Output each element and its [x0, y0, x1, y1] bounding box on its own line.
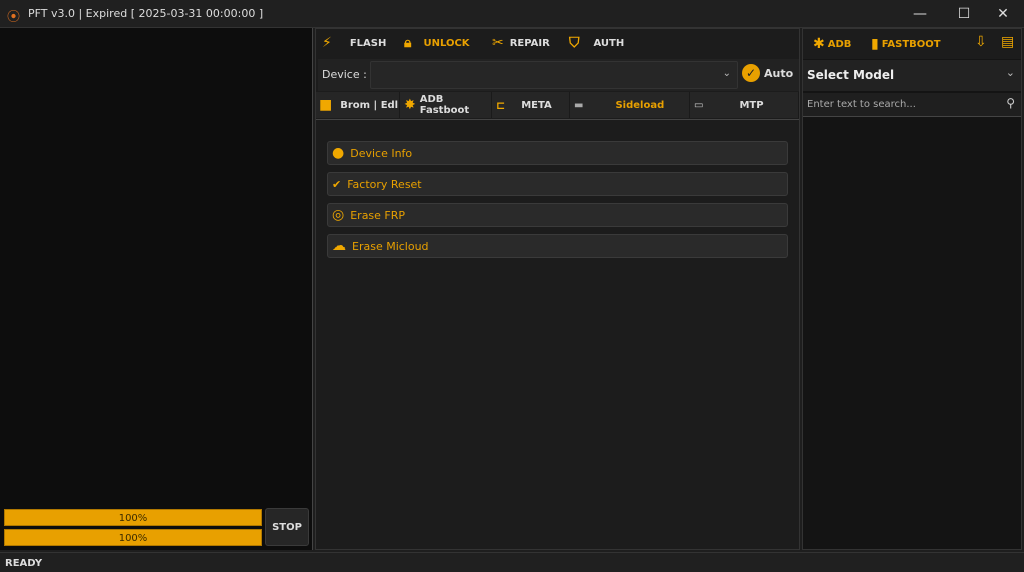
- toolbar-unlock[interactable]: 🔒︎ UNLOCK: [404, 35, 470, 51]
- search-icon: ⚲: [1006, 96, 1015, 110]
- progress-bar-1: 100%: [4, 509, 262, 526]
- adb-button[interactable]: ✱ ADB: [813, 36, 851, 52]
- tab-mtp[interactable]: ▭ MTP: [690, 92, 799, 118]
- tools-icon: ✂: [492, 35, 504, 51]
- maximize-button[interactable]: ☐: [949, 4, 979, 24]
- erase-micloud-button[interactable]: ☁ Erase Micloud: [327, 234, 788, 258]
- factory-reset-button[interactable]: ✔ Factory Reset: [327, 172, 788, 196]
- monitor-icon: ▭: [694, 99, 704, 111]
- window-title: PFT v3.0 | Expired [ 2025-03-31 00:00:00…: [28, 7, 264, 20]
- model-panel: ✱ ADB ▮ FASTBOOT ⇩ ▤ Select Model ⌄ Enter …: [802, 28, 1022, 550]
- refresh-icon: ◎: [332, 207, 345, 223]
- toolbar-flash[interactable]: ⚡ FLASH: [322, 35, 386, 51]
- title-bar: ⦿ PFT v3.0 | Expired [ 2025-03-31 00:00:…: [0, 0, 1024, 28]
- tree-icon: ⊏: [496, 98, 506, 112]
- main-panel: ⚡ FLASH 🔒︎ UNLOCK ✂ REPAIR ⛉ AUTH Device : ⌄…: [315, 28, 800, 550]
- minimize-button[interactable]: —: [905, 4, 935, 24]
- auto-checkbox[interactable]: ✓ Auto: [742, 64, 793, 82]
- tab-meta[interactable]: ⊏ META: [492, 92, 570, 118]
- shield-icon: ⛉: [569, 35, 580, 51]
- cloud-icon: ☁: [332, 238, 346, 254]
- lock-icon: 🔒︎: [404, 35, 412, 51]
- close-button[interactable]: ✕: [988, 4, 1018, 24]
- status-bar: READY: [0, 552, 1024, 572]
- download-icon[interactable]: ⇩: [975, 34, 987, 50]
- tab-sideload[interactable]: ▬ Sideload: [570, 92, 690, 118]
- device-row: Device : ⌄ ✓ Auto: [318, 59, 799, 91]
- broom-icon: ✔: [332, 177, 342, 191]
- model-select[interactable]: Select Model ⌄: [803, 60, 1021, 91]
- stop-button[interactable]: STOP: [265, 508, 309, 546]
- check-icon: ✓: [742, 64, 760, 82]
- model-search-input[interactable]: Enter text to search... ⚲: [803, 93, 1021, 117]
- gear-icon: ✸: [404, 97, 416, 113]
- log-panel[interactable]: [0, 28, 313, 550]
- tab-brom-edl[interactable]: ■ Brom | Edl: [316, 92, 400, 118]
- app-logo-icon: ⦿: [7, 10, 21, 25]
- erase-frp-button[interactable]: ◎ Erase FRP: [327, 203, 788, 227]
- toolbar-repair[interactable]: ✂ REPAIR: [492, 35, 550, 51]
- device-label: Device :: [322, 68, 367, 81]
- chevron-down-icon: ⌄: [722, 68, 731, 79]
- bug-icon: ✱: [813, 36, 825, 52]
- toolbox-icon[interactable]: ▤: [1001, 34, 1014, 50]
- android-icon: ▮: [871, 36, 879, 52]
- chevron-down-icon: ⌄: [1005, 66, 1015, 79]
- info-icon: ●: [332, 145, 345, 161]
- device-select[interactable]: ⌄: [370, 61, 738, 89]
- lightning-icon: ⚡: [322, 35, 332, 51]
- tab-adb-fastboot[interactable]: ✸ ADB Fastboot: [400, 92, 492, 118]
- chip-icon: ■: [319, 97, 333, 113]
- progress-bar-2: 100%: [4, 529, 262, 546]
- toolbar-auth[interactable]: ⛉ AUTH: [569, 35, 624, 51]
- fastboot-button[interactable]: ▮ FASTBOOT: [871, 36, 941, 52]
- window-icon: ▬: [574, 99, 584, 111]
- device-info-button[interactable]: ● Device Info: [327, 141, 788, 165]
